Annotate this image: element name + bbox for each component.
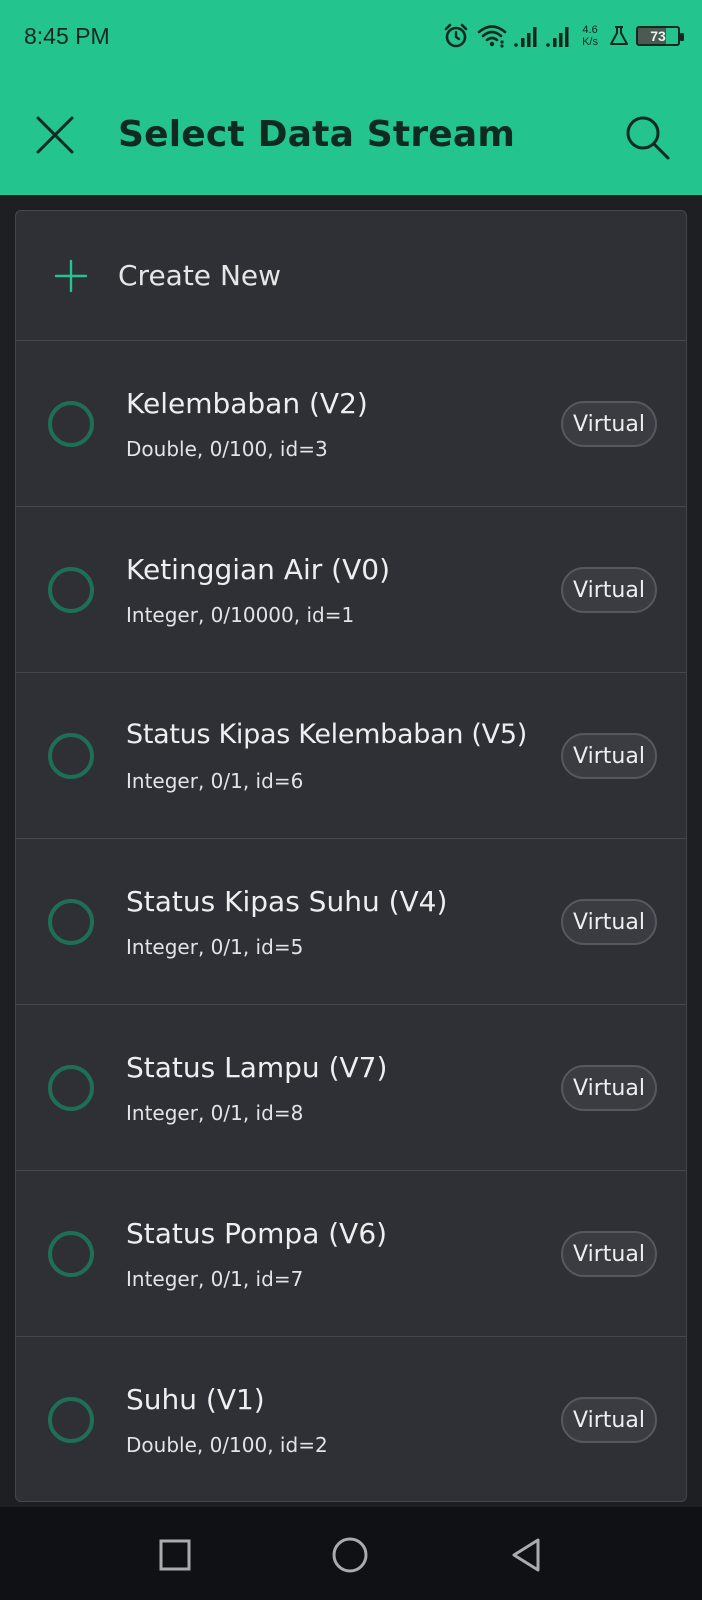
stream-meta: Double, 0/100, id=3	[126, 437, 328, 461]
flask-icon	[610, 26, 628, 45]
create-new-label: Create New	[118, 259, 282, 292]
stream-type-badge: Virtual	[561, 899, 657, 945]
create-new-button[interactable]: Create New	[16, 211, 686, 341]
battery-icon: 73	[636, 26, 684, 46]
status-icons: 4.6 K/s 73	[442, 22, 684, 50]
stream-item[interactable]: Suhu (V1) Double, 0/100, id=2 Virtual	[16, 1337, 686, 1501]
status-bar: 8:45 PM 4.6 K/s 73	[0, 0, 702, 72]
plus-icon	[54, 259, 88, 293]
stream-item[interactable]: Status Kipas Suhu (V4) Integer, 0/1, id=…	[16, 839, 686, 1005]
data-stream-list: Create New Kelembaban (V2) Double, 0/100…	[15, 210, 687, 1502]
app-root: 8:45 PM 4.6 K/s 73 Select Data Stream Cr…	[0, 0, 702, 1600]
radio-button[interactable]	[48, 899, 94, 945]
back-icon	[512, 1538, 540, 1572]
stream-meta: Integer, 0/1, id=6	[126, 769, 304, 793]
radio-button[interactable]	[48, 1065, 94, 1111]
network-speed-unit: K/s	[582, 36, 598, 48]
stream-name: Status Kipas Kelembaban (V5)	[126, 719, 527, 750]
signal-icon	[546, 27, 569, 47]
stream-item[interactable]: Ketinggian Air (V0) Integer, 0/10000, id…	[16, 507, 686, 673]
stream-name: Status Lampu (V7)	[126, 1051, 388, 1084]
stream-type-badge: Virtual	[561, 1231, 657, 1277]
network-speed-value: 4.6	[582, 24, 598, 36]
close-button[interactable]	[32, 112, 78, 158]
stream-type-badge: Virtual	[561, 1065, 657, 1111]
home-icon	[332, 1537, 368, 1573]
stream-meta: Integer, 0/1, id=5	[126, 935, 304, 959]
close-icon	[36, 116, 74, 154]
page-title: Select Data Stream	[118, 114, 516, 155]
stream-name: Ketinggian Air (V0)	[126, 553, 390, 586]
stream-item[interactable]: Status Kipas Kelembaban (V5) Integer, 0/…	[16, 673, 686, 839]
wifi-icon	[477, 25, 507, 48]
search-button[interactable]	[620, 110, 674, 164]
stream-name: Kelembaban (V2)	[126, 387, 368, 420]
stream-item[interactable]: Status Pompa (V6) Integer, 0/1, id=7 Vir…	[16, 1171, 686, 1337]
system-nav-bar	[0, 1507, 702, 1600]
recent-apps-icon	[159, 1539, 191, 1571]
stream-name: Suhu (V1)	[126, 1383, 265, 1416]
radio-button[interactable]	[48, 1397, 94, 1443]
stream-type-badge: Virtual	[561, 567, 657, 613]
stream-meta: Integer, 0/10000, id=1	[126, 603, 355, 627]
radio-button[interactable]	[48, 567, 94, 613]
app-bar: 8:45 PM 4.6 K/s 73 Select Data Stream	[0, 0, 702, 195]
radio-button[interactable]	[48, 401, 94, 447]
status-time: 8:45 PM	[24, 22, 110, 49]
stream-meta: Integer, 0/1, id=8	[126, 1101, 304, 1125]
recent-apps-button[interactable]	[155, 1535, 195, 1575]
search-icon	[626, 116, 670, 160]
battery-level: 73	[650, 28, 666, 44]
stream-name: Status Kipas Suhu (V4)	[126, 885, 448, 918]
home-button[interactable]	[330, 1535, 370, 1575]
stream-item[interactable]: Status Lampu (V7) Integer, 0/1, id=8 Vir…	[16, 1005, 686, 1171]
back-button[interactable]	[506, 1535, 546, 1575]
radio-button[interactable]	[48, 733, 94, 779]
stream-meta: Integer, 0/1, id=7	[126, 1267, 304, 1291]
toolbar: Select Data Stream	[0, 90, 702, 180]
network-speed: 4.6 K/s	[582, 24, 598, 48]
alarm-icon	[444, 23, 468, 48]
signal-icon	[514, 27, 537, 47]
stream-type-badge: Virtual	[561, 401, 657, 447]
stream-type-badge: Virtual	[561, 1397, 657, 1443]
radio-button[interactable]	[48, 1231, 94, 1277]
stream-name: Status Pompa (V6)	[126, 1217, 388, 1250]
stream-meta: Double, 0/100, id=2	[126, 1433, 328, 1457]
stream-item[interactable]: Kelembaban (V2) Double, 0/100, id=3 Virt…	[16, 341, 686, 507]
stream-type-badge: Virtual	[561, 733, 657, 779]
